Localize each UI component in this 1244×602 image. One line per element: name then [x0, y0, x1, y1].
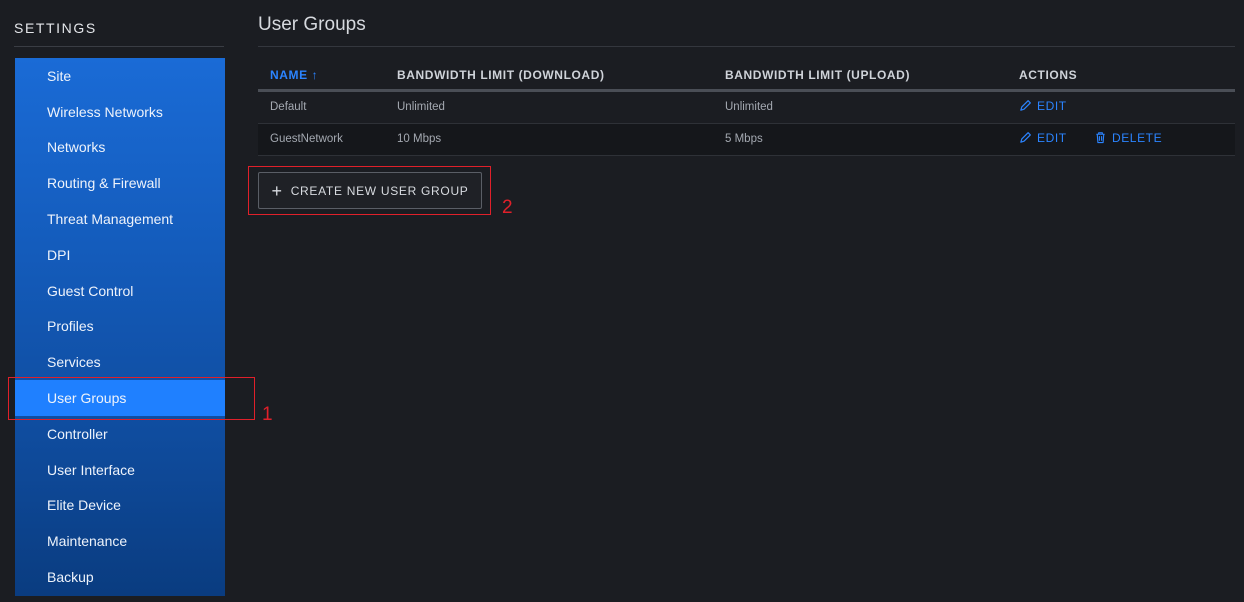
sidebar-item-label: Threat Management: [47, 211, 174, 228]
sidebar-item-backup[interactable]: Backup: [15, 559, 225, 595]
sidebar-item-label: Controller: [47, 425, 108, 442]
edit-label: EDIT: [1037, 98, 1067, 113]
divider: [258, 46, 1235, 47]
sidebar-item-label: Networks: [47, 139, 106, 156]
table-row: Default Unlimited Unlimited EDIT: [258, 90, 1235, 124]
sidebar-item-elite-device[interactable]: Elite Device: [15, 488, 225, 524]
sidebar-item-services[interactable]: Services: [15, 344, 225, 380]
upload-limit: 5 Mbps: [713, 123, 1007, 156]
sidebar-item-label: Guest Control: [47, 282, 134, 299]
sidebar-item-dpi[interactable]: DPI: [15, 237, 225, 273]
table-row: GuestNetwork 10 Mbps 5 Mbps EDIT DELETE: [258, 123, 1235, 156]
group-name: GuestNetwork: [258, 123, 385, 156]
annotation-number: 1: [262, 404, 273, 425]
column-header-actions: ACTIONS: [1007, 66, 1235, 92]
sidebar-item-label: Elite Device: [47, 497, 121, 514]
row-actions: EDIT DELETE: [1007, 123, 1235, 156]
sidebar-item-label: Backup: [47, 569, 94, 586]
sidebar-item-label: DPI: [47, 246, 71, 263]
annotation-box-user-groups: [8, 377, 255, 420]
column-header-upload[interactable]: BANDWIDTH LIMIT (UPLOAD): [713, 66, 1007, 92]
settings-sidebar: SETTINGS Site Wireless Networks Networks…: [0, 0, 237, 602]
divider: [14, 46, 224, 47]
annotation-box-create-button: [248, 166, 491, 215]
sidebar-item-label: Services: [47, 354, 101, 371]
sidebar-item-guest-control[interactable]: Guest Control: [15, 273, 225, 309]
sidebar-item-routing-firewall[interactable]: Routing & Firewall: [15, 165, 225, 201]
sidebar-item-label: Maintenance: [47, 533, 128, 550]
sidebar-item-label: Site: [47, 67, 72, 84]
sidebar-item-maintenance[interactable]: Maintenance: [15, 523, 225, 559]
row-actions: EDIT: [1007, 90, 1235, 124]
column-header-download[interactable]: BANDWIDTH LIMIT (DOWNLOAD): [385, 66, 713, 92]
user-groups-table: NAME ↑ BANDWIDTH LIMIT (DOWNLOAD) BANDWI…: [258, 66, 1235, 156]
sidebar-item-label: User Interface: [47, 461, 135, 478]
pencil-icon: [1020, 100, 1031, 111]
sidebar-item-label: Routing & Firewall: [47, 175, 161, 192]
settings-nav: Site Wireless Networks Networks Routing …: [15, 58, 237, 596]
delete-button[interactable]: DELETE: [1094, 131, 1162, 145]
edit-label: EDIT: [1037, 130, 1067, 145]
sidebar-item-label: Wireless Networks: [47, 103, 163, 120]
sidebar-item-threat-management[interactable]: Threat Management: [15, 201, 225, 237]
annotation-number: 2: [502, 197, 513, 218]
edit-button[interactable]: EDIT: [1019, 99, 1067, 113]
column-header-name[interactable]: NAME ↑: [258, 66, 385, 92]
sidebar-item-controller[interactable]: Controller: [15, 416, 225, 452]
pencil-icon: [1020, 132, 1031, 143]
sidebar-item-user-interface[interactable]: User Interface: [15, 452, 225, 488]
page-title: User Groups: [258, 14, 366, 35]
table-header-row: NAME ↑ BANDWIDTH LIMIT (DOWNLOAD) BANDWI…: [258, 66, 1235, 92]
sidebar-item-wireless-networks[interactable]: Wireless Networks: [15, 94, 225, 130]
delete-label: DELETE: [1111, 130, 1163, 145]
edit-button[interactable]: EDIT: [1019, 131, 1067, 145]
settings-title: SETTINGS: [14, 20, 97, 36]
sidebar-item-profiles[interactable]: Profiles: [15, 309, 225, 345]
group-name: Default: [258, 90, 385, 124]
sidebar-item-label: Profiles: [47, 318, 94, 335]
sidebar-item-networks[interactable]: Networks: [15, 130, 225, 166]
sidebar-item-site[interactable]: Site: [15, 58, 225, 94]
trash-icon: [1096, 132, 1105, 144]
download-limit: Unlimited: [385, 90, 713, 124]
download-limit: 10 Mbps: [385, 123, 713, 156]
upload-limit: Unlimited: [713, 90, 1007, 124]
